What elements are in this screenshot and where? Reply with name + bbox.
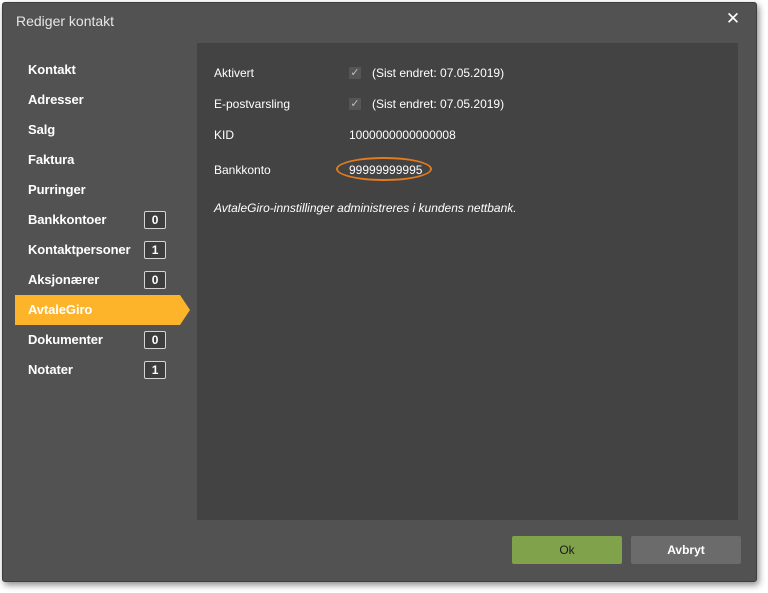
sidebar-item-label: Dokumenter [28,332,103,347]
checkmark-icon: ✓ [350,98,360,110]
sidebar-item-label: Salg [28,122,56,137]
ok-button[interactable]: Ok [512,536,622,564]
bank-account-label: Bankkonto [214,163,271,177]
sidebar-item-faktura[interactable]: Faktura [15,145,191,175]
avtalegiro-note: AvtaleGiro-innstillinger administreres i… [214,201,517,215]
checkmark-icon: ✓ [350,67,360,79]
sidebar-item-label: Notater [28,362,73,377]
sidebar-item-label: Bankkontoer [28,212,107,227]
sidebar-item-avtalegiro[interactable]: AvtaleGiro [15,295,190,325]
kid-value: 1000000000000008 [349,128,456,142]
email-notify-checkbox[interactable]: ✓ [349,98,361,110]
dialog-title: Rediger kontakt [16,13,115,29]
sidebar-item-label: Kontakt [28,62,76,77]
avtalegiro-panel: Aktivert ✓ (Sist endret: 07.05.2019) E-p… [197,43,738,520]
sidebar-item-label: Faktura [28,152,75,167]
sidebar-item-label: Purringer [28,182,86,197]
count-badge: 1 [144,361,166,379]
count-badge: 1 [144,241,166,259]
sidebar-item-label: Adresser [28,92,84,107]
activated-checkbox[interactable]: ✓ [349,67,361,79]
sidebar-item-label: AvtaleGiro [28,302,93,317]
sidebar-item-label: Aksjonærer [28,272,100,287]
activated-label: Aktivert [214,66,255,80]
count-badge: 0 [144,271,166,289]
sidebar-item-notater[interactable]: Notater 1 [15,355,191,385]
count-badge: 0 [144,331,166,349]
count-badge: 0 [144,211,166,229]
edit-contact-dialog: Rediger kontakt ✕ Kontakt Adresser Salg … [2,2,757,582]
sidebar-item-bankkontoer[interactable]: Bankkontoer 0 [15,205,191,235]
cancel-button[interactable]: Avbryt [631,536,741,564]
sidebar-item-salg[interactable]: Salg [15,115,191,145]
sidebar-item-adresser[interactable]: Adresser [15,85,191,115]
kid-label: KID [214,128,235,142]
sidebar-item-label: Kontaktpersoner [28,242,131,257]
sidebar-item-kontaktpersoner[interactable]: Kontaktpersoner 1 [15,235,191,265]
sidebar-item-dokumenter[interactable]: Dokumenter 0 [15,325,191,355]
sidebar-item-aksjonaerer[interactable]: Aksjonærer 0 [15,265,191,295]
activated-changed-text: (Sist endret: 07.05.2019) [372,66,505,80]
close-icon[interactable]: ✕ [724,10,742,28]
sidebar-item-kontakt[interactable]: Kontakt [15,55,191,85]
sidebar-nav: Kontakt Adresser Salg Faktura Purringer … [15,55,191,385]
sidebar-item-purringer[interactable]: Purringer [15,175,191,205]
bank-account-highlight-ring [336,157,432,181]
email-notify-label: E-postvarsling [214,97,291,111]
email-notify-changed-text: (Sist endret: 07.05.2019) [372,97,505,111]
